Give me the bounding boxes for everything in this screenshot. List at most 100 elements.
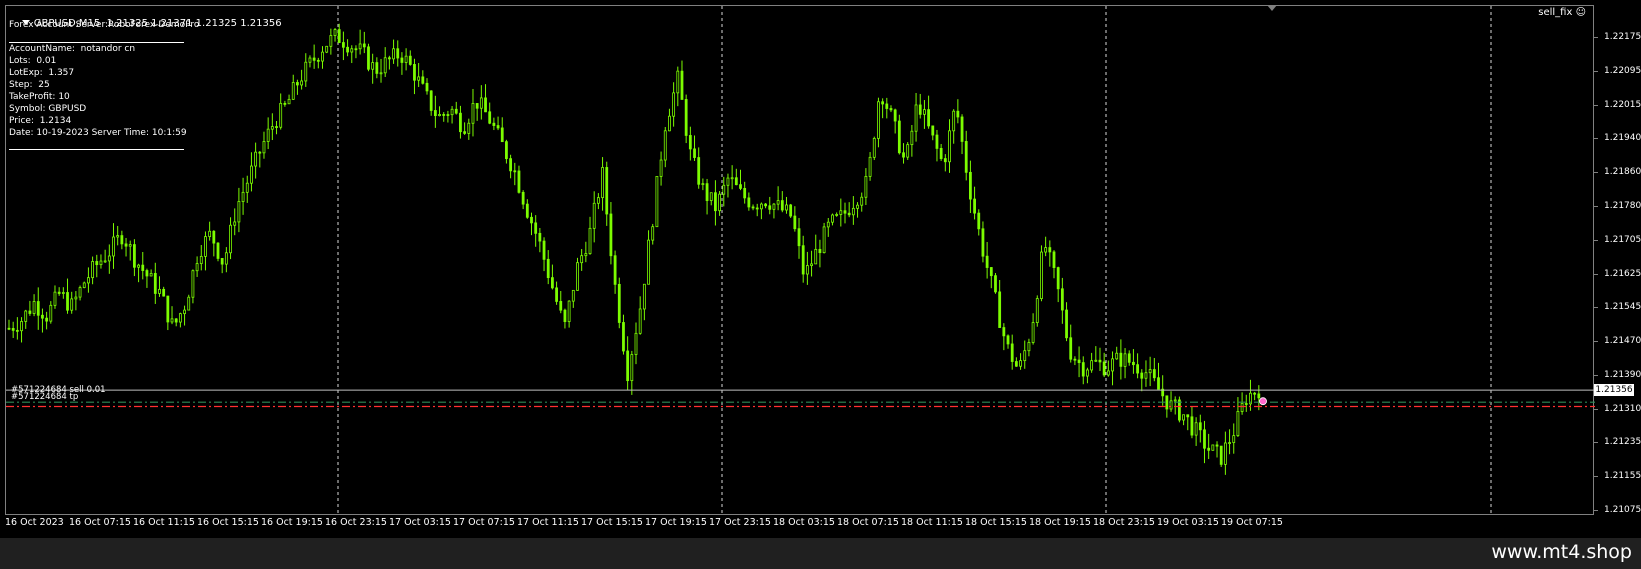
candle-body	[1219, 445, 1223, 465]
candle-body	[61, 292, 65, 294]
candle-body	[70, 298, 74, 311]
price-tick	[1594, 273, 1598, 275]
time-tick-label: 18 Oct 03:15	[773, 517, 835, 528]
candle-body	[960, 116, 964, 142]
candle-body	[1182, 414, 1185, 421]
candle-body	[981, 228, 985, 257]
candle-body	[709, 192, 713, 201]
candle-body	[889, 108, 893, 111]
time-tick-label: 16 Oct 11:15	[133, 517, 195, 528]
candle-body	[387, 57, 391, 60]
candle-body	[337, 29, 341, 43]
candle-body	[1157, 377, 1160, 390]
candle-body	[162, 288, 166, 297]
candle-body	[638, 308, 642, 334]
candle-body	[346, 46, 349, 53]
candle-body	[914, 104, 918, 132]
candle-body	[1090, 360, 1094, 371]
candle-body	[496, 125, 500, 129]
candle-body	[1232, 435, 1236, 443]
candle-body	[429, 90, 433, 111]
candle-body	[751, 206, 755, 209]
mt4-chart-window: GBPUSD,M15 1.21325 1.21371 1.21325 1.213…	[0, 0, 1641, 538]
info-line: Symbol: GBPUSD	[9, 104, 87, 114]
candle-body	[341, 42, 345, 48]
candle-body	[626, 350, 630, 382]
candle-body	[622, 322, 625, 352]
candle-body	[375, 62, 379, 74]
candle-body	[1040, 251, 1043, 299]
time-tick-label: 17 Oct 03:15	[389, 517, 451, 528]
time-tick-label: 18 Oct 07:15	[837, 517, 899, 528]
candle-body	[383, 57, 387, 74]
candle-body	[730, 177, 734, 180]
info-line: Date: 10-19-2023 Server Time: 10:1:59	[9, 128, 187, 138]
candle-body	[325, 45, 329, 53]
candle-body	[199, 255, 203, 264]
candle-body	[87, 277, 90, 284]
candle-body	[973, 198, 976, 214]
candle-body	[805, 265, 809, 275]
candle-body	[910, 130, 914, 146]
candle-body	[245, 182, 249, 193]
shift-marker-icon[interactable]	[1267, 5, 1277, 11]
candle-body	[1002, 327, 1006, 337]
candle-body	[1136, 364, 1139, 374]
candle-body	[822, 226, 826, 254]
candle-body	[647, 239, 650, 285]
candle-body	[1006, 335, 1010, 345]
candle-body	[141, 264, 145, 271]
candle-body	[872, 137, 876, 158]
candle-body	[571, 289, 575, 302]
candle-body	[266, 128, 270, 142]
candle-body	[291, 82, 295, 100]
candle-body	[760, 203, 763, 210]
candle-body	[651, 226, 655, 241]
chart-area[interactable]	[5, 5, 1595, 516]
candle-body	[1056, 267, 1060, 290]
price-tick	[1594, 510, 1598, 511]
time-tick-label: 19 Oct 07:15	[1221, 517, 1283, 528]
candle-body	[780, 200, 784, 211]
candle-body	[814, 248, 818, 265]
candle-body	[287, 98, 291, 105]
candle-body	[1253, 392, 1257, 395]
candle-body	[881, 101, 885, 105]
candle-body	[818, 248, 822, 254]
candle-body	[379, 72, 383, 75]
candle-body	[584, 253, 588, 257]
candle-body	[283, 102, 287, 105]
candle-body	[417, 76, 421, 81]
candle-body	[555, 287, 558, 302]
candle-body	[442, 114, 446, 116]
time-tick-label: 16 Oct 23:15	[325, 517, 387, 528]
candle-body	[1073, 358, 1077, 361]
price-tick-label: 1.21705	[1604, 234, 1641, 245]
candle-body	[613, 255, 617, 285]
price-tick-label: 1.21470	[1604, 336, 1641, 347]
price-chart[interactable]	[6, 6, 1595, 516]
candle-body	[371, 62, 375, 70]
candle-body	[521, 191, 525, 205]
candle-body	[1207, 447, 1211, 451]
candle-body	[66, 292, 69, 311]
candle-body	[1106, 370, 1110, 376]
candle-body	[296, 82, 299, 86]
candle-body	[513, 170, 517, 173]
candle-body	[1228, 442, 1231, 444]
candle-body	[826, 221, 830, 228]
candle-body	[676, 70, 680, 94]
price-tick-label: 1.22015	[1604, 99, 1641, 110]
candle-body	[563, 309, 567, 323]
ea-info-panel: AccountName: notandor cn Lots: 0.01 LotExp…	[9, 43, 187, 139]
expert-advisor-badge[interactable]: sell_fix ☺	[1538, 7, 1586, 18]
candle-body	[258, 151, 262, 154]
candle-body	[254, 151, 258, 167]
candle-body	[722, 184, 726, 195]
candle-body	[772, 203, 776, 210]
candle-body	[939, 148, 943, 159]
candle-body	[208, 230, 212, 237]
order-tp-label: #571224684 tp	[11, 392, 79, 402]
candle-body	[350, 48, 354, 53]
candle-body	[95, 261, 99, 266]
